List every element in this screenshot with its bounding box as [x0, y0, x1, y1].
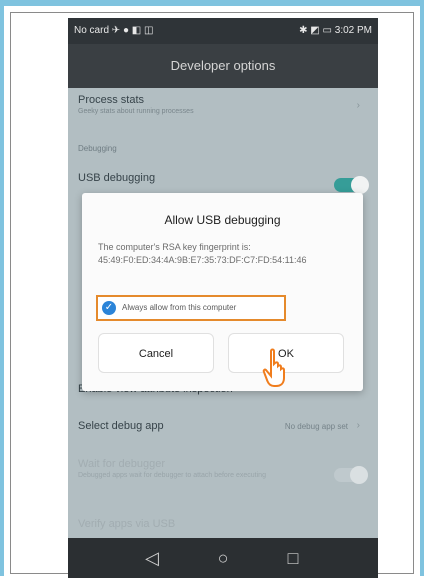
dialog-message: The computer's RSA key fingerprint is: 4…	[98, 242, 307, 265]
usb-debugging-dialog: Allow USB debugging The computer's RSA k…	[82, 193, 363, 391]
top-border	[0, 0, 424, 6]
back-icon[interactable]: ◁	[142, 548, 162, 568]
status-left: No card ✈︎ ● ◧ ◫	[74, 25, 154, 36]
status-right: ✱ ◩ ▭ 3:02 PM	[299, 25, 372, 36]
always-allow-label: Always allow from this computer	[122, 303, 237, 312]
left-border	[0, 6, 4, 576]
navigation-bar: ◁ ○ □	[68, 538, 378, 578]
home-icon[interactable]: ○	[213, 548, 233, 568]
dialog-title: Allow USB debugging	[164, 213, 281, 227]
hand-cursor-icon	[262, 348, 285, 387]
always-allow-checkbox-row[interactable]: ✓ Always allow from this computer	[96, 295, 286, 321]
recents-icon[interactable]: □	[283, 548, 303, 568]
phone-screen: No card ✈︎ ● ◧ ◫ ✱ ◩ ▭ 3:02 PM Developer…	[68, 18, 378, 578]
right-border	[420, 6, 424, 576]
cancel-button[interactable]: Cancel	[98, 333, 214, 373]
check-icon[interactable]: ✓	[102, 301, 116, 315]
status-bar: No card ✈︎ ● ◧ ◫ ✱ ◩ ▭ 3:02 PM	[68, 18, 378, 44]
page-title: Developer options	[68, 44, 378, 88]
